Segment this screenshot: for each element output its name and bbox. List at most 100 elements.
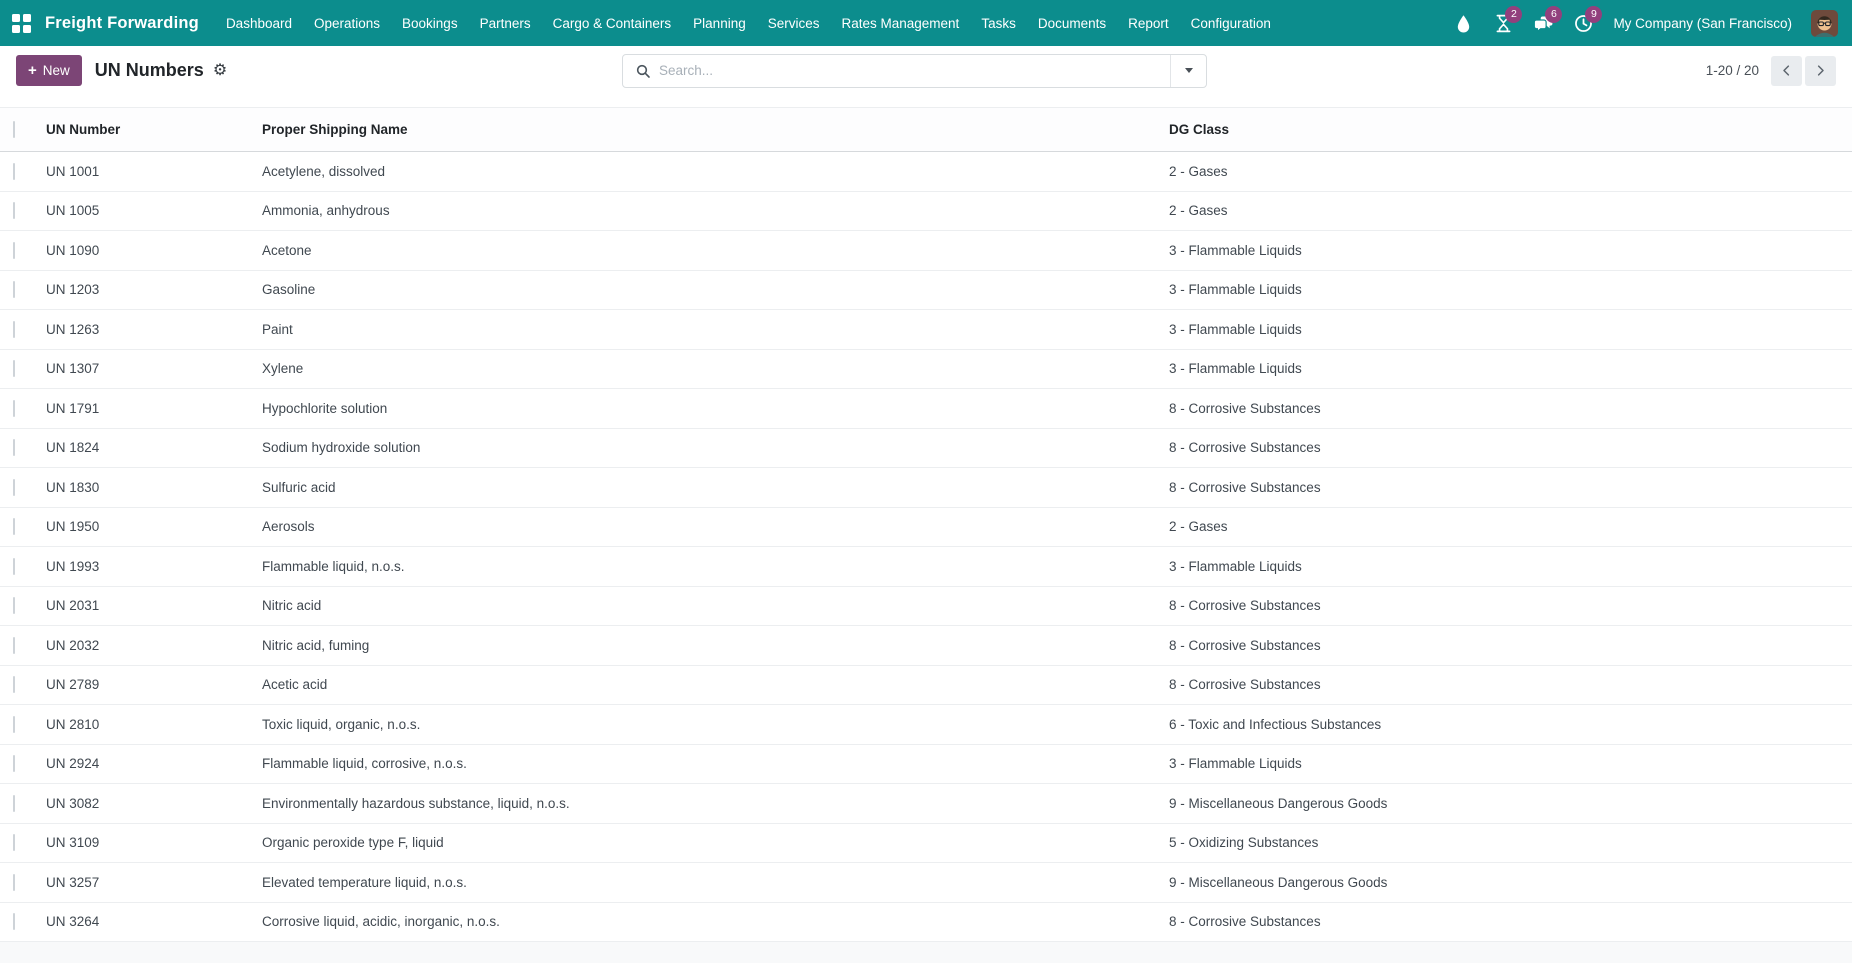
dg-class-cell: 8 - Corrosive Substances — [1169, 598, 1852, 613]
row-checkbox[interactable] — [13, 202, 15, 219]
menu-item[interactable]: Partners — [469, 9, 542, 38]
table-row[interactable]: UN 3264 Corrosive liquid, acidic, inorga… — [0, 903, 1852, 943]
menu-item[interactable]: Operations — [303, 9, 391, 38]
dg-class-cell: 8 - Corrosive Substances — [1169, 638, 1852, 653]
row-checkbox[interactable] — [13, 400, 15, 417]
top-navbar: Freight Forwarding Dashboard Operations … — [0, 0, 1852, 46]
shipping-name-cell: Acetic acid — [262, 677, 1169, 692]
table-row[interactable]: UN 2810 Toxic liquid, organic, n.o.s. 6 … — [0, 705, 1852, 745]
row-checkbox[interactable] — [13, 360, 15, 377]
table-row[interactable]: UN 1263 Paint 3 - Flammable Liquids — [0, 310, 1852, 350]
column-header-shipping-name[interactable]: Proper Shipping Name — [262, 122, 1169, 137]
un-number-cell: UN 1203 — [46, 282, 262, 297]
timer-hourglass-icon[interactable]: 2 — [1493, 13, 1514, 34]
table-row[interactable]: UN 1993 Flammable liquid, n.o.s. 3 - Fla… — [0, 547, 1852, 587]
row-checkbox[interactable] — [13, 439, 15, 456]
menu-item[interactable]: Services — [757, 9, 831, 38]
row-checkbox[interactable] — [13, 558, 15, 575]
dg-class-cell: 3 - Flammable Liquids — [1169, 282, 1852, 297]
shipping-name-cell: Acetylene, dissolved — [262, 164, 1169, 179]
menu-item[interactable]: Rates Management — [830, 9, 970, 38]
table-row[interactable]: UN 3109 Organic peroxide type F, liquid … — [0, 824, 1852, 864]
shipping-name-cell: Xylene — [262, 361, 1169, 376]
column-header-un-number[interactable]: UN Number — [46, 122, 262, 137]
menu-item[interactable]: Documents — [1027, 9, 1117, 38]
table-row[interactable]: UN 1824 Sodium hydroxide solution 8 - Co… — [0, 429, 1852, 469]
search-icon — [635, 63, 651, 79]
row-checkbox[interactable] — [13, 755, 15, 772]
search-dropdown-toggle[interactable] — [1170, 55, 1206, 87]
un-numbers-list: UN Number Proper Shipping Name DG Class … — [0, 107, 1852, 963]
dg-class-cell: 8 - Corrosive Substances — [1169, 914, 1852, 929]
table-row[interactable]: UN 1001 Acetylene, dissolved 2 - Gases — [0, 152, 1852, 192]
menu-item[interactable]: Tasks — [970, 9, 1027, 38]
dg-class-cell: 9 - Miscellaneous Dangerous Goods — [1169, 875, 1852, 890]
menu-item[interactable]: Cargo & Containers — [542, 9, 683, 38]
column-header-dg-class[interactable]: DG Class — [1169, 122, 1852, 137]
menu-item[interactable]: Planning — [682, 9, 757, 38]
select-all-checkbox[interactable] — [13, 121, 15, 138]
row-checkbox[interactable] — [13, 479, 15, 496]
un-number-cell: UN 2789 — [46, 677, 262, 692]
droplet-icon[interactable] — [1453, 13, 1474, 34]
row-checkbox[interactable] — [13, 637, 15, 654]
app-brand-title[interactable]: Freight Forwarding — [45, 14, 199, 33]
table-row[interactable]: UN 1090 Acetone 3 - Flammable Liquids — [0, 231, 1852, 271]
shipping-name-cell: Gasoline — [262, 282, 1169, 297]
table-row[interactable]: UN 3082 Environmentally hazardous substa… — [0, 784, 1852, 824]
dg-class-cell: 2 - Gases — [1169, 164, 1852, 179]
menu-item[interactable]: Configuration — [1180, 9, 1282, 38]
row-checkbox[interactable] — [13, 281, 15, 298]
table-row[interactable]: UN 2924 Flammable liquid, corrosive, n.o… — [0, 745, 1852, 785]
un-number-cell: UN 1307 — [46, 361, 262, 376]
search-input[interactable] — [659, 55, 1170, 87]
dg-class-cell: 3 - Flammable Liquids — [1169, 361, 1852, 376]
row-checkbox[interactable] — [13, 518, 15, 535]
row-checkbox[interactable] — [13, 874, 15, 891]
row-checkbox[interactable] — [13, 913, 15, 930]
row-checkbox[interactable] — [13, 676, 15, 693]
table-row[interactable]: UN 1203 Gasoline 3 - Flammable Liquids — [0, 271, 1852, 311]
row-checkbox[interactable] — [13, 834, 15, 851]
shipping-name-cell: Nitric acid — [262, 598, 1169, 613]
messages-icon[interactable]: 6 — [1533, 13, 1554, 34]
shipping-name-cell: Sodium hydroxide solution — [262, 440, 1169, 455]
apps-menu-icon[interactable] — [12, 14, 31, 33]
un-number-cell: UN 1824 — [46, 440, 262, 455]
activity-clock-icon[interactable]: 9 — [1573, 13, 1594, 34]
dg-class-cell: 6 - Toxic and Infectious Substances — [1169, 717, 1852, 732]
row-checkbox[interactable] — [13, 795, 15, 812]
table-row[interactable]: UN 2789 Acetic acid 8 - Corrosive Substa… — [0, 666, 1852, 706]
menu-item[interactable]: Dashboard — [215, 9, 303, 38]
gear-icon[interactable]: ⚙ — [213, 63, 227, 79]
table-row[interactable]: UN 3257 Elevated temperature liquid, n.o… — [0, 863, 1852, 903]
un-number-cell: UN 2810 — [46, 717, 262, 732]
pager-previous-button[interactable] — [1771, 56, 1802, 86]
messages-badge: 6 — [1545, 6, 1562, 23]
table-row[interactable]: UN 1005 Ammonia, anhydrous 2 - Gases — [0, 192, 1852, 232]
shipping-name-cell: Ammonia, anhydrous — [262, 203, 1169, 218]
row-checkbox[interactable] — [13, 321, 15, 338]
table-row[interactable]: UN 1307 Xylene 3 - Flammable Liquids — [0, 350, 1852, 390]
dg-class-cell: 3 - Flammable Liquids — [1169, 559, 1852, 574]
table-row[interactable]: UN 2032 Nitric acid, fuming 8 - Corrosiv… — [0, 626, 1852, 666]
shipping-name-cell: Nitric acid, fuming — [262, 638, 1169, 653]
row-checkbox[interactable] — [13, 597, 15, 614]
list-footer-area — [0, 942, 1852, 963]
main-menu: Dashboard Operations Bookings Partners C… — [215, 9, 1282, 38]
new-button[interactable]: + New — [16, 55, 82, 86]
table-row[interactable]: UN 1950 Aerosols 2 - Gases — [0, 508, 1852, 548]
menu-item[interactable]: Bookings — [391, 9, 469, 38]
row-checkbox[interactable] — [13, 716, 15, 733]
shipping-name-cell: Hypochlorite solution — [262, 401, 1169, 416]
row-checkbox[interactable] — [13, 163, 15, 180]
dg-class-cell: 3 - Flammable Liquids — [1169, 243, 1852, 258]
company-switcher[interactable]: My Company (San Francisco) — [1613, 16, 1792, 31]
table-row[interactable]: UN 1791 Hypochlorite solution 8 - Corros… — [0, 389, 1852, 429]
user-avatar[interactable] — [1811, 10, 1838, 37]
menu-item[interactable]: Report — [1117, 9, 1180, 38]
row-checkbox[interactable] — [13, 242, 15, 259]
table-row[interactable]: UN 2031 Nitric acid 8 - Corrosive Substa… — [0, 587, 1852, 627]
table-row[interactable]: UN 1830 Sulfuric acid 8 - Corrosive Subs… — [0, 468, 1852, 508]
pager-next-button[interactable] — [1805, 56, 1836, 86]
